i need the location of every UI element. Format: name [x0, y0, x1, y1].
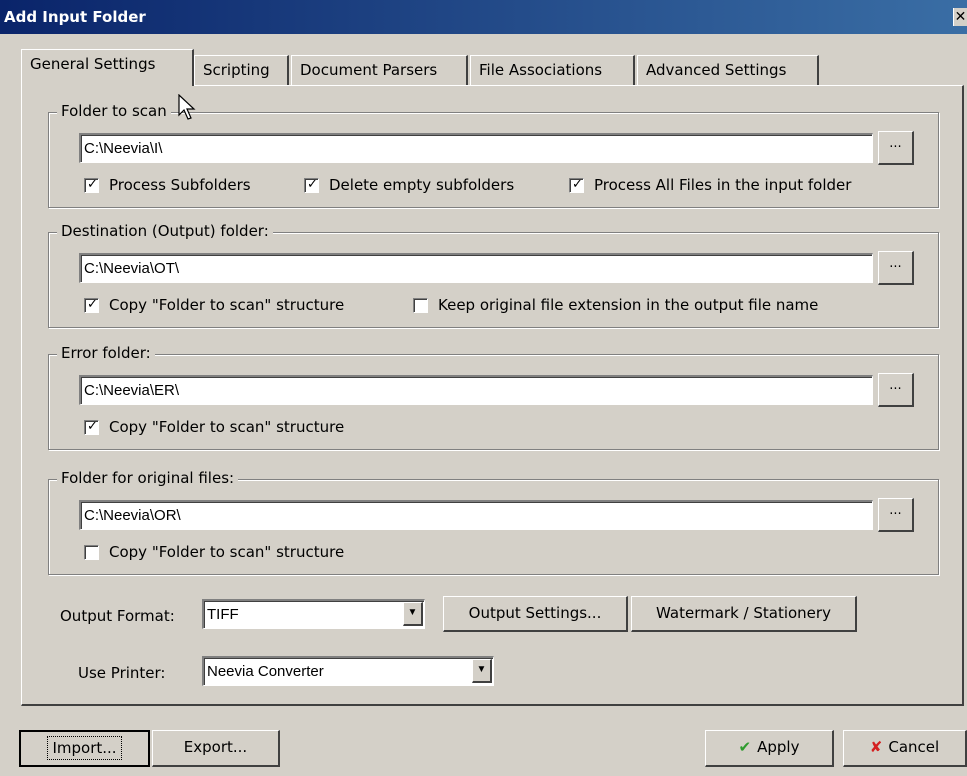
error-folder-browse-button[interactable]: ... [878, 373, 914, 407]
output-settings-button[interactable]: Output Settings... [443, 596, 628, 632]
chevron-down-icon[interactable]: ▼ [403, 602, 423, 626]
folder-to-scan-browse-button[interactable]: ... [878, 131, 914, 165]
destination-folder-group: Destination (Output) folder: C:\Neevia\O… [48, 222, 939, 328]
error-folder-legend: Error folder: [57, 344, 155, 362]
apply-button[interactable]: ✔ Apply [705, 730, 834, 767]
apply-label: Apply [757, 738, 800, 756]
tab-label: General Settings [30, 55, 156, 73]
checkbox-box: ✓ [569, 176, 584, 193]
tab-general-settings[interactable]: General Settings [21, 49, 194, 86]
checkbox-box: ✓ [84, 176, 99, 193]
error-folder-group: Error folder: C:\Neevia\ER\ ... ✓ Copy "… [48, 344, 939, 450]
chevron-down-icon[interactable]: ▼ [472, 659, 492, 683]
checkbox-box: ✓ [304, 176, 319, 193]
tab-label: Scripting [203, 61, 270, 79]
tab-label: Document Parsers [300, 61, 438, 79]
check-mark-icon: ✓ [87, 296, 98, 312]
checkmark-icon: ✔ [738, 738, 752, 756]
error-copy-structure-checkbox[interactable]: ✓ Copy "Folder to scan" structure [84, 418, 344, 436]
title-bar: Add Input Folder ✕ [0, 0, 967, 34]
checkbox-label: Copy "Folder to scan" structure [109, 296, 345, 314]
checkbox-label: Keep original file extension in the outp… [438, 296, 819, 314]
export-button[interactable]: Export... [152, 730, 280, 767]
original-files-browse-button[interactable]: ... [878, 498, 914, 532]
check-mark-icon: ✓ [87, 418, 98, 434]
checkbox-box [413, 297, 428, 313]
checkbox-label: Copy "Folder to scan" structure [109, 418, 345, 436]
checkbox-label: Process All Files in the input folder [594, 176, 852, 194]
tab-document-parsers[interactable]: Document Parsers [291, 55, 468, 85]
original-files-input[interactable]: C:\Neevia\OR\ [79, 500, 873, 530]
import-button[interactable]: Import... [19, 730, 150, 767]
tab-label: File Associations [479, 61, 603, 79]
original-files-legend: Folder for original files: [57, 469, 239, 487]
cancel-x-icon: ✘ [869, 738, 883, 756]
tab-scripting[interactable]: Scripting [194, 55, 289, 85]
close-icon[interactable]: ✕ [953, 8, 967, 26]
window-title: Add Input Folder [4, 8, 146, 26]
original-copy-structure-checkbox[interactable]: Copy "Folder to scan" structure [84, 543, 344, 561]
checkbox-label: Delete empty subfolders [329, 176, 515, 194]
output-format-label: Output Format: [60, 607, 175, 625]
mouse-cursor-icon [178, 94, 196, 120]
printer-value: Neevia Converter [207, 663, 324, 680]
output-format-value: TIFF [207, 606, 239, 623]
check-mark-icon: ✓ [307, 176, 318, 192]
folder-to-scan-group: Folder to scan C:\Neevia\I\ ... ✓ Proces… [48, 102, 939, 208]
checkbox-box: ✓ [84, 418, 99, 435]
checkbox-box [84, 544, 99, 560]
process-all-files-checkbox[interactable]: ✓ Process All Files in the input folder [569, 176, 851, 194]
checkbox-label: Process Subfolders [109, 176, 251, 194]
destination-legend: Destination (Output) folder: [57, 222, 273, 240]
general-settings-panel: Folder to scan C:\Neevia\I\ ... ✓ Proces… [21, 85, 964, 706]
check-mark-icon: ✓ [87, 176, 98, 192]
folder-to-scan-legend: Folder to scan [57, 102, 171, 120]
keep-extension-checkbox[interactable]: Keep original file extension in the outp… [413, 296, 818, 314]
watermark-stationery-button[interactable]: Watermark / Stationery [631, 596, 857, 632]
tab-file-associations[interactable]: File Associations [470, 55, 635, 85]
delete-empty-subfolders-checkbox[interactable]: ✓ Delete empty subfolders [304, 176, 514, 194]
import-button-label: Import... [47, 736, 122, 760]
destination-folder-input[interactable]: C:\Neevia\OT\ [79, 253, 873, 283]
cancel-label: Cancel [888, 738, 940, 756]
original-files-group: Folder for original files: C:\Neevia\OR\… [48, 469, 939, 575]
folder-to-scan-input[interactable]: C:\Neevia\I\ [79, 133, 873, 163]
cancel-button[interactable]: ✘ Cancel [843, 730, 967, 767]
use-printer-label: Use Printer: [78, 664, 166, 682]
destination-browse-button[interactable]: ... [878, 251, 914, 285]
tab-label: Advanced Settings [646, 61, 787, 79]
error-folder-input[interactable]: C:\Neevia\ER\ [79, 375, 873, 405]
check-mark-icon: ✓ [572, 176, 583, 192]
output-format-select[interactable]: TIFF ▼ [202, 599, 425, 629]
copy-structure-checkbox[interactable]: ✓ Copy "Folder to scan" structure [84, 296, 344, 314]
process-subfolders-checkbox[interactable]: ✓ Process Subfolders [84, 176, 251, 194]
printer-select[interactable]: Neevia Converter ▼ [202, 656, 494, 686]
checkbox-box: ✓ [84, 296, 99, 313]
checkbox-label: Copy "Folder to scan" structure [109, 543, 345, 561]
tab-advanced-settings[interactable]: Advanced Settings [637, 55, 819, 85]
